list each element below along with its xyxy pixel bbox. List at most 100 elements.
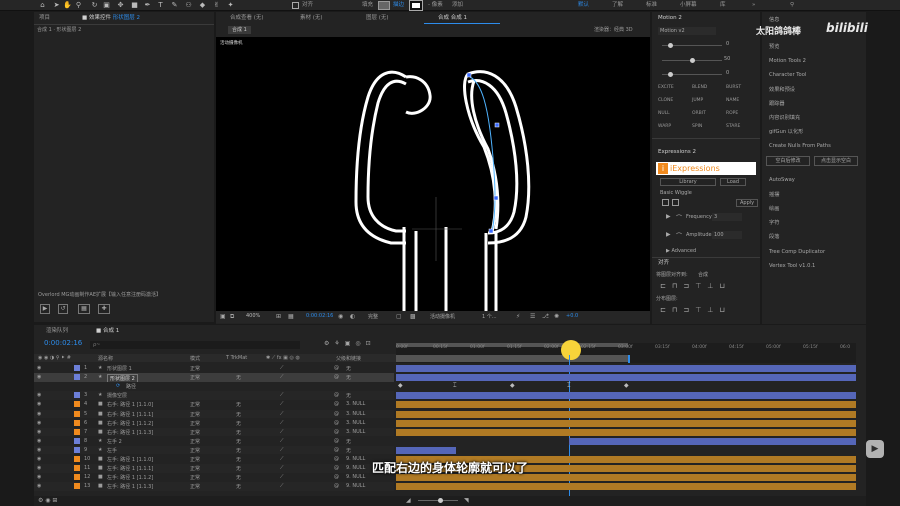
exposure-value[interactable]: +0.0 <box>566 313 578 319</box>
layer-row[interactable]: ◉ 7 ■ 右手: 路径 1 [1.1.3] 正常 无 ⟋ @3. NULL <box>34 427 394 437</box>
keyframe-icon[interactable]: ⌶ <box>453 382 457 390</box>
trkmat-dropdown[interactable]: 无 <box>236 438 241 445</box>
mask-view-icon[interactable]: ⧉ <box>230 313 234 321</box>
frequency-input[interactable]: 3 <box>712 213 742 221</box>
distribute-buttons[interactable]: ⊏⊓⊐⊤⊥⊔ <box>660 306 731 314</box>
motion-btn-spin[interactable]: SPIN <box>692 124 702 129</box>
script-character-tool[interactable]: Character Tool <box>769 72 806 78</box>
frequency-graph-icon[interactable]: ⌒ <box>676 213 682 222</box>
plugin-loop-icon[interactable]: ↺ <box>58 304 68 314</box>
viewer-timecode[interactable]: 0:00:02:16 <box>306 313 333 319</box>
tab-effect-controls[interactable]: ■ 效果控件 形状图层 2 <box>82 14 140 23</box>
plugin-add-icon[interactable]: ✚ <box>98 304 110 314</box>
tab-comp1-timeline[interactable]: ■ 合成 1 <box>96 327 119 336</box>
label-color-swatch[interactable] <box>74 401 80 408</box>
grid-icon[interactable]: ▦ <box>288 313 294 320</box>
hand-tool-icon[interactable]: ✋ <box>63 1 72 10</box>
layer-mode-dropdown[interactable]: 正常 <box>190 420 200 427</box>
stroke-label[interactable]: 描边 <box>393 1 404 10</box>
layer-name[interactable]: 右手: 路径 1 [1.1.1] <box>107 411 153 418</box>
layer-switch-icons[interactable]: ⟋ <box>280 447 284 453</box>
amplitude-graph-icon[interactable]: ⌒ <box>676 231 682 240</box>
script-character[interactable]: 字符 <box>769 219 779 226</box>
load-button[interactable]: Load <box>720 178 746 186</box>
trkmat-dropdown[interactable]: 无 <box>236 374 241 381</box>
layer-switch-icons[interactable]: ⟋ <box>280 401 284 407</box>
layer-duration-bar[interactable] <box>396 410 856 418</box>
layer-duration-bar[interactable] <box>396 446 456 454</box>
safe-margins-icon[interactable]: ⊞ <box>276 313 281 320</box>
layer-switch-icons[interactable]: ⟋ <box>280 420 284 426</box>
slider-3-value[interactable]: 0 <box>726 70 729 76</box>
layer-search-input[interactable]: ρ~ <box>90 341 300 349</box>
label-color-swatch[interactable] <box>74 374 80 381</box>
fill-label[interactable]: 填充 <box>362 1 373 10</box>
trkmat-dropdown[interactable]: 无 <box>236 411 241 418</box>
eraser-tool-icon[interactable]: ◆ <box>198 1 207 10</box>
toggle-switches-icon[interactable]: ⚙ ◉ ⊞ <box>38 497 57 504</box>
layer-switch-icons[interactable]: ⟋ <box>280 365 284 371</box>
layer-name[interactable]: 摄像空层 <box>107 392 127 399</box>
zoom-out-timeline-icon[interactable]: ◢ <box>406 497 411 504</box>
nulls-btn-b[interactable]: 点击显示空白 <box>814 156 858 166</box>
layer-duration-bar[interactable] <box>396 428 856 436</box>
col-mode[interactable]: 模式 <box>190 355 200 362</box>
tab-align[interactable]: 对齐 <box>658 259 669 268</box>
trkmat-dropdown[interactable]: 无 <box>236 420 241 427</box>
layer-duration-bar[interactable] <box>396 483 856 491</box>
script-info[interactable]: 信息 <box>769 16 779 23</box>
timeline-timecode[interactable]: 0:00:02:16 <box>44 339 82 347</box>
script-vertex-tool[interactable]: Vertex Tool v1.0.1 <box>769 263 815 269</box>
roto-tool-icon[interactable]: ✌ <box>212 1 221 10</box>
eye-icon[interactable]: ◉ <box>37 392 41 398</box>
timeline-switch-icons[interactable]: ⚙⚘▣◎⊡ <box>324 340 376 347</box>
label-color-swatch[interactable] <box>74 410 80 417</box>
layer-name[interactable]: 左手 2 <box>107 438 122 445</box>
layer-name[interactable]: 右手: 路径 1 [1.1.2] <box>107 420 153 427</box>
comp-sub-tab[interactable]: 合成 1 <box>228 26 251 34</box>
tab-render-queue[interactable]: 渲染队列 <box>46 327 68 336</box>
fast-preview-icon[interactable]: ⚡ <box>516 313 520 320</box>
amplitude-play-icon[interactable]: ▶ <box>666 231 671 238</box>
workspace-standard[interactable]: 标准 <box>646 1 657 10</box>
tab-comp-viewer[interactable]: 合成查看 (无) <box>230 14 264 23</box>
script-tracker[interactable]: 跟踪器 <box>769 100 785 107</box>
plugin-grid-icon[interactable]: ▦ <box>78 304 90 314</box>
parent-dropdown[interactable]: 无 <box>346 438 351 445</box>
trkmat-dropdown[interactable]: 无 <box>236 483 241 490</box>
layer-switch-icons[interactable]: ⟋ <box>280 429 284 435</box>
eye-icon[interactable]: ◉ <box>37 411 41 417</box>
eye-icon[interactable]: ◉ <box>37 429 41 435</box>
search-help-icon[interactable]: ⚲ <box>790 1 794 10</box>
layer-row[interactable]: ◉ 9 ★ 左手 正常 无 ⟋ @ 无 <box>34 445 394 455</box>
anchor-tool-icon[interactable]: ✥ <box>116 1 125 10</box>
motion-btn-excite[interactable]: EXCITE <box>658 85 674 90</box>
col-parent[interactable]: 父级和链接 <box>336 355 361 362</box>
label-color-swatch[interactable] <box>74 365 80 371</box>
script-motion-tools[interactable]: Motion Tools 2 <box>769 58 806 64</box>
puppet-tool-icon[interactable]: ✦ <box>226 1 235 10</box>
parent-dropdown[interactable]: 9. NULL <box>346 483 365 489</box>
keyframe-icon[interactable]: ◆ <box>624 382 629 389</box>
pickwhip-icon[interactable]: @ <box>334 429 339 435</box>
keyframe-icon[interactable]: ⌶ <box>567 382 571 390</box>
layer-row[interactable]: ◉ 4 ■ 右手: 路径 1 [1.1.0] 正常 无 ⟋ @3. NULL <box>34 400 394 409</box>
camera-dropdown[interactable]: 活动摄像机 <box>430 313 455 320</box>
brush-tool-icon[interactable]: ✎ <box>170 1 179 10</box>
layer-mode-dropdown[interactable]: 正常 <box>190 365 200 372</box>
slider-1-value[interactable]: 0 <box>726 41 729 47</box>
layer-mode-dropdown[interactable]: 正常 <box>190 429 200 436</box>
amplitude-input[interactable]: 100 <box>712 231 742 239</box>
pickwhip-icon[interactable]: @ <box>334 365 339 371</box>
label-color-swatch[interactable] <box>74 419 80 426</box>
label-color-swatch[interactable] <box>74 483 80 490</box>
work-area-end-marker[interactable] <box>628 355 630 363</box>
align-buttons[interactable]: ⊏⊓⊐⊤⊥⊔ <box>660 282 731 290</box>
tab-project[interactable]: 项目 <box>39 14 50 23</box>
layer-row[interactable]: ◉ 5 ■ 右手: 路径 1 [1.1.1] 正常 无 ⟋ @3. NULL <box>34 409 394 419</box>
snapshot-icon[interactable]: ◉ <box>338 313 343 320</box>
tab-expressions[interactable]: Expressions 2 <box>658 148 696 157</box>
label-color-swatch[interactable] <box>74 437 80 444</box>
script-content-aware[interactable]: 内容识别填充 <box>769 114 800 121</box>
script-preview[interactable]: 预览 <box>769 43 779 50</box>
